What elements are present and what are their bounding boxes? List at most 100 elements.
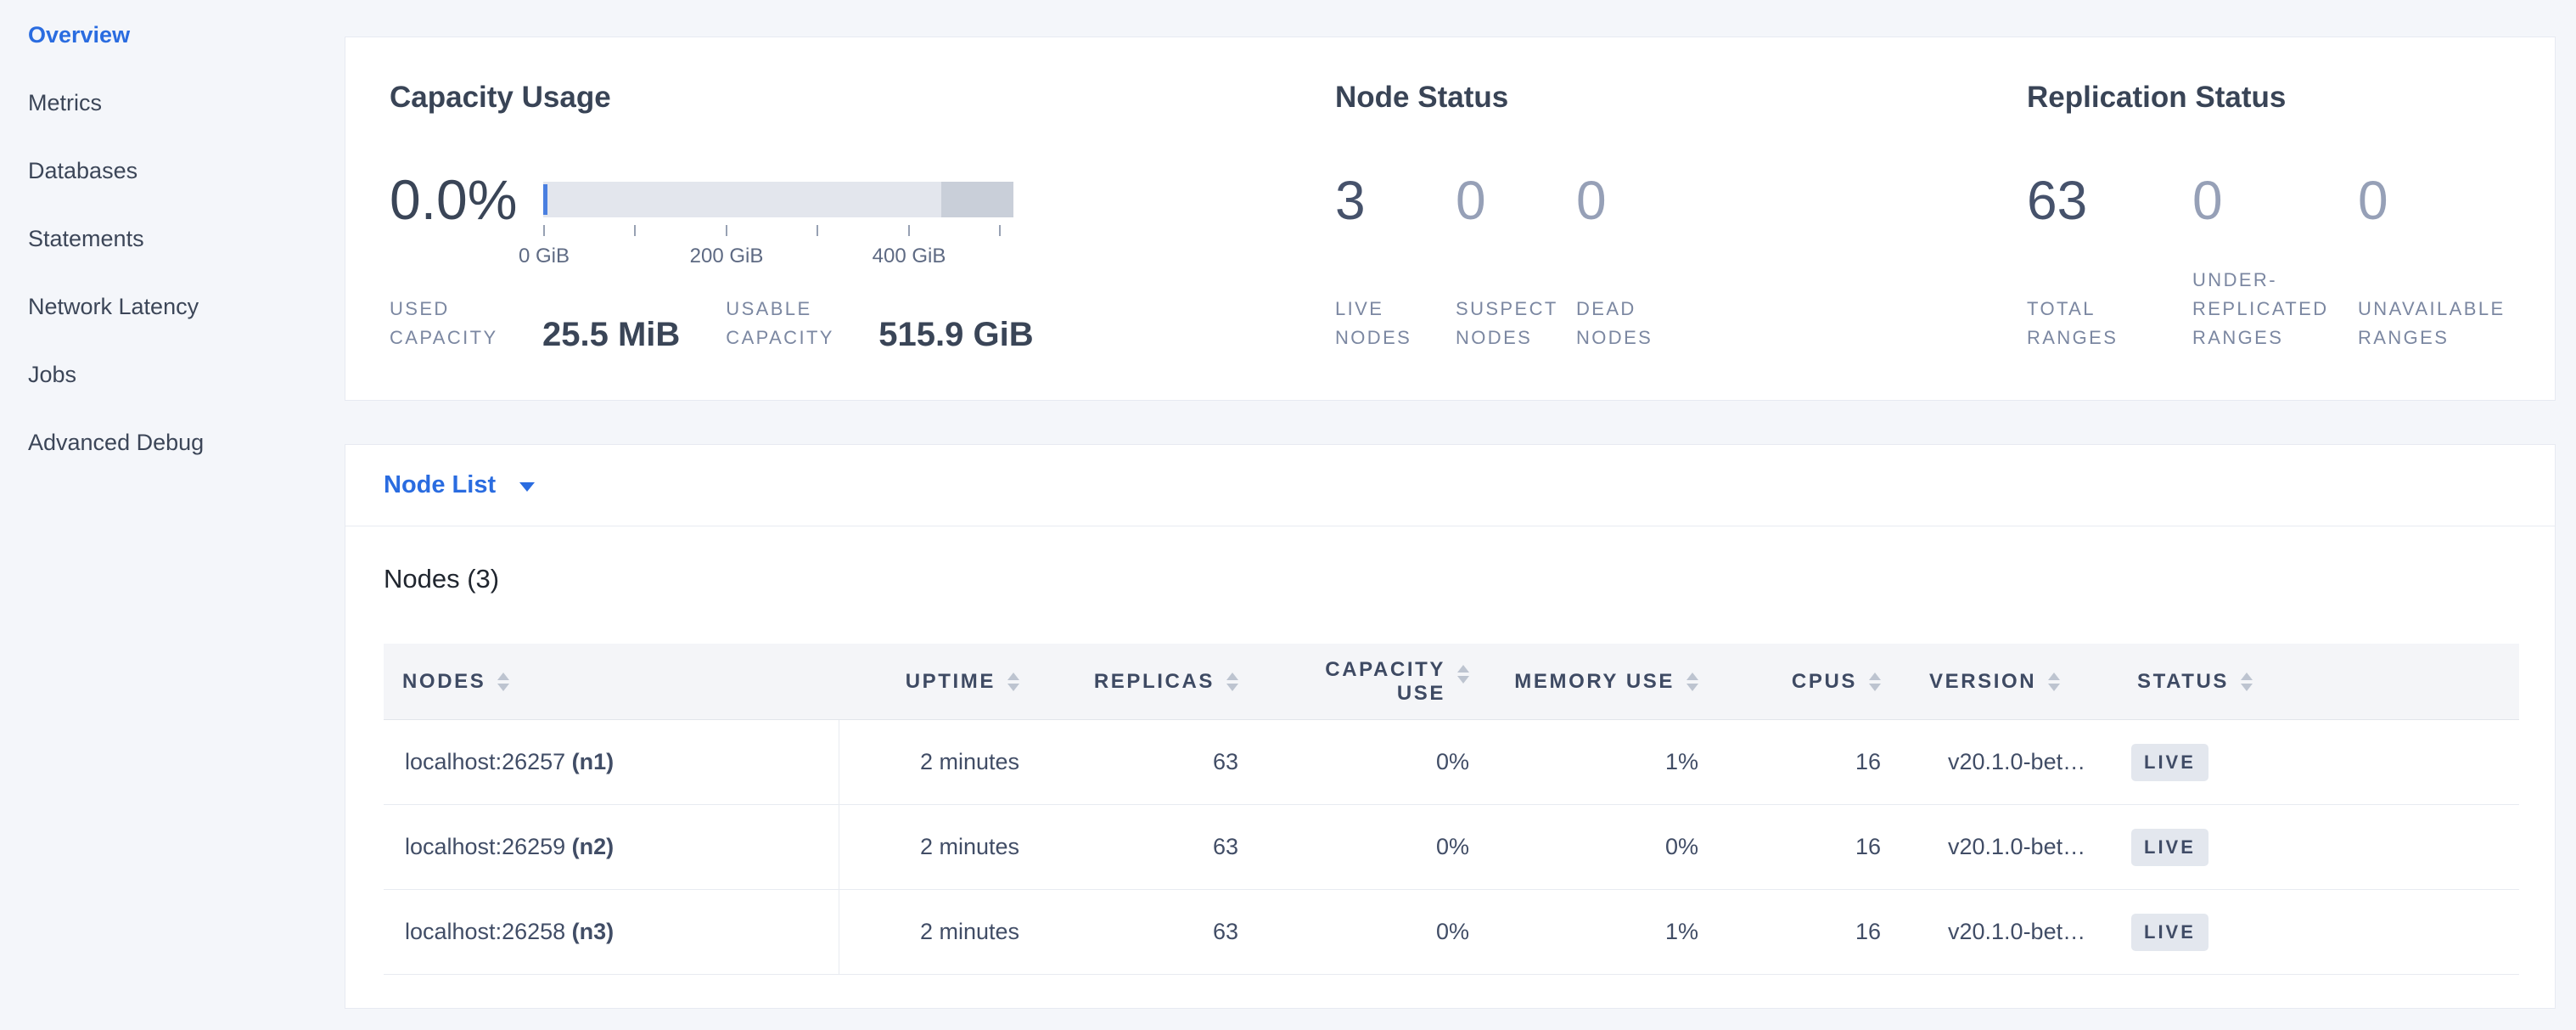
cpus-cell: 16 [1728, 720, 1911, 805]
status-badge: LIVE [2131, 914, 2208, 951]
sidebar-item-advanced-debug[interactable]: Advanced Debug [28, 408, 317, 476]
cluster-summary-card: Capacity Usage 0.0% 0 GiB 200 GiB 400 Gi… [345, 37, 2556, 401]
version-cell: v20.1.0-bet… [1911, 720, 2119, 805]
usable-capacity-label: USABLE CAPACITY [726, 295, 855, 352]
sidebar-item-label: Jobs [28, 362, 76, 388]
capacity-stats: USED CAPACITY 25.5 MiB USABLE CAPACITY 5… [390, 257, 1034, 352]
table-row[interactable]: localhost:26257 (n1) 2 minutes 63 0% 1% … [384, 720, 2519, 805]
replicas-cell: 63 [1049, 890, 1268, 975]
section-title: Node Status [1335, 82, 1508, 112]
sidebar-item-network-latency[interactable]: Network Latency [28, 273, 317, 341]
node-address[interactable]: localhost:26258 [405, 919, 565, 944]
stat-value: 0 [1576, 173, 1697, 228]
capacity-usage-section: Capacity Usage 0.0% 0 GiB 200 GiB 400 Gi… [390, 82, 611, 112]
axis-tick [908, 225, 910, 236]
column-header[interactable]: STATUS [2119, 644, 2519, 720]
chevron-down-icon [519, 482, 535, 492]
replicas-cell: 63 [1049, 720, 1268, 805]
capacity-use-cell: 0% [1268, 720, 1499, 805]
capacity-bar-used [543, 184, 547, 215]
stat-value: 0 [2192, 173, 2358, 228]
sort-icon [2241, 673, 2253, 691]
node-id: (n3) [572, 919, 615, 944]
sort-icon [2048, 673, 2060, 691]
status-badge: LIVE [2131, 744, 2208, 781]
sidebar-item-label: Network Latency [28, 294, 199, 320]
version-cell: v20.1.0-bet… [1911, 805, 2119, 890]
status-badge: LIVE [2131, 829, 2208, 866]
column-header[interactable]: REPLICAS [1049, 644, 1268, 720]
node-list-card: Node List Nodes (3) NODES UPTIME REPLICA… [345, 444, 2556, 1009]
node-address[interactable]: localhost:26257 [405, 749, 565, 774]
nodes-heading: Nodes (3) [384, 564, 499, 594]
memory-use-cell: 1% [1499, 890, 1728, 975]
node-status-section: Node Status 300 LIVE NODESSUSPECT NODESD… [1335, 82, 1508, 112]
uptime-cell: 2 minutes [839, 890, 1049, 975]
sidebar-item-label: Advanced Debug [28, 430, 204, 456]
replication-status-section: Replication Status 6300 TOTAL RANGESUNDE… [2027, 82, 2286, 112]
stat-label: LIVE NODES [1335, 295, 1456, 352]
stat-label: SUSPECT NODES [1456, 295, 1576, 352]
stat-label: UNAVAILABLE RANGES [2358, 295, 2523, 352]
replication-labels: TOTAL RANGESUNDER- REPLICATED RANGESUNAV… [2027, 257, 2523, 352]
table-header-row: NODES UPTIME REPLICAS CAPACITY USE MEMOR… [384, 644, 2519, 720]
sidebar-item-databases[interactable]: Databases [28, 137, 317, 205]
used-capacity-value: 25.5 MiB [542, 317, 680, 352]
capacity-use-cell: 0% [1268, 890, 1499, 975]
memory-use-cell: 0% [1499, 805, 1728, 890]
node-id: (n2) [572, 834, 615, 859]
status-cell: LIVE [2119, 890, 2519, 975]
nodes-cell: localhost:26257 (n1) [384, 720, 839, 805]
sidebar-item-statements[interactable]: Statements [28, 205, 317, 273]
column-header[interactable]: CPUS [1728, 644, 1911, 720]
cpus-cell: 16 [1728, 890, 1911, 975]
column-header[interactable]: CAPACITY USE [1268, 644, 1499, 720]
nodes-cell: localhost:26258 (n3) [384, 890, 839, 975]
sort-icon [1007, 673, 1019, 691]
node-list-dropdown-label: Node List [384, 471, 496, 499]
stat-value: 0 [1456, 173, 1576, 228]
capacity-bar-chart: 0 GiB 200 GiB 400 GiB [543, 182, 1013, 217]
sidebar-item-label: Databases [28, 158, 137, 184]
stat-label: UNDER- REPLICATED RANGES [2192, 266, 2358, 352]
nodes-table-wrap: NODES UPTIME REPLICAS CAPACITY USE MEMOR… [384, 644, 2519, 975]
capacity-bar-other [941, 182, 1013, 217]
stat-value: 3 [1335, 173, 1456, 228]
version-cell: v20.1.0-bet… [1911, 890, 2119, 975]
sort-icon [497, 673, 509, 691]
column-header[interactable]: MEMORY USE [1499, 644, 1728, 720]
sort-icon [1686, 673, 1698, 691]
column-header[interactable]: VERSION [1911, 644, 2119, 720]
section-title: Capacity Usage [390, 82, 611, 112]
sidebar-item-label: Overview [28, 22, 130, 48]
memory-use-cell: 1% [1499, 720, 1728, 805]
uptime-cell: 2 minutes [839, 805, 1049, 890]
capacity-percent: 0.0% [390, 172, 517, 228]
status-cell: LIVE [2119, 805, 2519, 890]
node-list-dropdown[interactable]: Node List [345, 445, 2555, 526]
nodes-cell: localhost:26259 (n2) [384, 805, 839, 890]
replicas-cell: 63 [1049, 805, 1268, 890]
sidebar-item-metrics[interactable]: Metrics [28, 69, 317, 137]
column-header[interactable]: UPTIME [839, 644, 1049, 720]
sort-icon [1226, 673, 1238, 691]
section-title: Replication Status [2027, 82, 2286, 112]
node-id: (n1) [572, 749, 615, 774]
axis-tick [817, 225, 818, 236]
stat-label: DEAD NODES [1576, 295, 1697, 352]
stat-value: 63 [2027, 173, 2192, 228]
node-address[interactable]: localhost:26259 [405, 834, 565, 859]
sort-icon [1869, 673, 1881, 691]
capacity-use-cell: 0% [1268, 805, 1499, 890]
node-status-labels: LIVE NODESSUSPECT NODESDEAD NODES [1335, 257, 1697, 352]
status-cell: LIVE [2119, 720, 2519, 805]
sidebar-item-overview[interactable]: Overview [28, 1, 317, 69]
table-row[interactable]: localhost:26259 (n2) 2 minutes 63 0% 0% … [384, 805, 2519, 890]
sidebar-item-jobs[interactable]: Jobs [28, 341, 317, 408]
uptime-cell: 2 minutes [839, 720, 1049, 805]
table-row[interactable]: localhost:26258 (n3) 2 minutes 63 0% 1% … [384, 890, 2519, 975]
axis-tick [726, 225, 727, 236]
axis-tick [634, 225, 636, 236]
column-header[interactable]: NODES [384, 644, 839, 720]
sort-icon [1457, 665, 1469, 684]
